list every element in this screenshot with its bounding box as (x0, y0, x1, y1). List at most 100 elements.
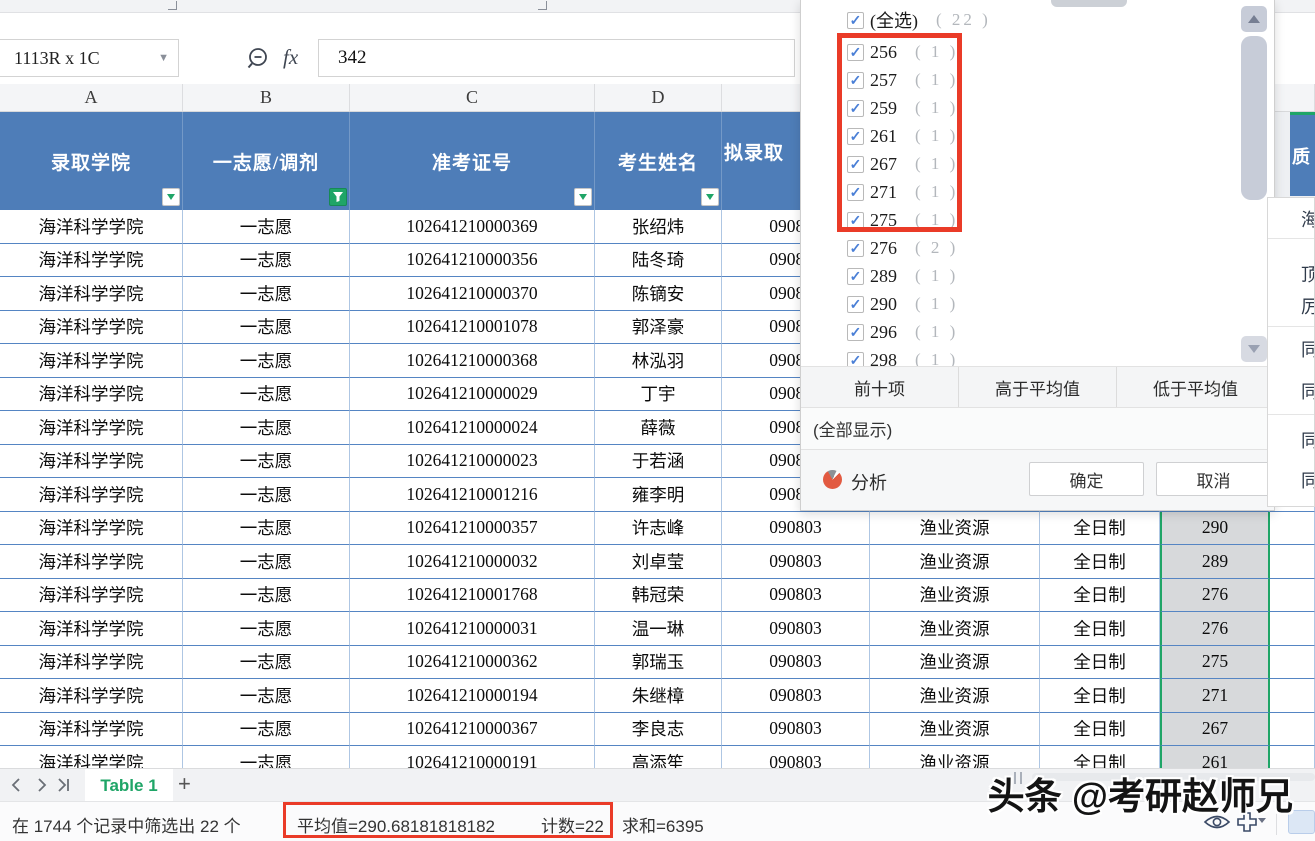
table-row[interactable]: 海洋科学学院一志愿102641210000357许志峰090803渔业资源全日制… (0, 512, 1315, 546)
scrollbar-thumb[interactable] (1241, 36, 1267, 200)
cell-name[interactable]: 陈镝安 (595, 277, 722, 311)
cell-empty[interactable] (1270, 612, 1315, 646)
menu-item-fragment[interactable]: 同 (1301, 427, 1315, 453)
cell-choice[interactable]: 一志愿 (183, 277, 350, 311)
cell-name[interactable]: 许志峰 (595, 512, 722, 546)
checkbox-checked-icon[interactable] (847, 352, 864, 367)
cell-name[interactable]: 林泓羽 (595, 344, 722, 378)
cell-score[interactable]: 276 (1160, 612, 1270, 646)
menu-item-fragment[interactable]: 海 (1301, 206, 1315, 232)
column-letter[interactable]: A (0, 84, 183, 111)
cell-major[interactable]: 渔业资源 (870, 579, 1040, 613)
cell-ticket[interactable]: 102641210000191 (350, 746, 595, 768)
show-all-label[interactable]: (全部显示) (813, 416, 892, 441)
cell-college[interactable]: 海洋科学学院 (0, 445, 183, 479)
cell-code[interactable]: 090803 (722, 713, 870, 747)
cell-name[interactable]: 薛薇 (595, 411, 722, 445)
cell-empty[interactable] (1270, 679, 1315, 713)
cell-choice[interactable]: 一志愿 (183, 646, 350, 680)
next-sheet-icon[interactable] (33, 776, 51, 794)
cell-college[interactable]: 海洋科学学院 (0, 612, 183, 646)
fx-icon[interactable]: fx (283, 45, 298, 70)
cell-ticket[interactable]: 102641210000031 (350, 612, 595, 646)
cell-mode[interactable]: 全日制 (1040, 579, 1160, 613)
scroll-up-icon[interactable] (1241, 6, 1267, 32)
chevron-down-icon[interactable]: ▼ (158, 52, 169, 64)
cell-college[interactable]: 海洋科学学院 (0, 512, 183, 546)
cell-choice[interactable]: 一志愿 (183, 746, 350, 768)
filter-item-select-all[interactable]: (全选)( 22 ) (847, 6, 991, 34)
cell-mode[interactable]: 全日制 (1040, 713, 1160, 747)
cell-college[interactable]: 海洋科学学院 (0, 411, 183, 445)
cell-choice[interactable]: 一志愿 (183, 445, 350, 479)
cell-empty[interactable] (1270, 746, 1315, 768)
cell-ticket[interactable]: 102641210000024 (350, 411, 595, 445)
cell-empty[interactable] (1270, 713, 1315, 747)
table-row[interactable]: 海洋科学学院一志愿102641210001768韩冠荣090803渔业资源全日制… (0, 579, 1315, 613)
cell-name[interactable]: 张绍炜 (595, 210, 722, 244)
cell-college[interactable]: 海洋科学学院 (0, 277, 183, 311)
cell-ticket[interactable]: 102641210000023 (350, 445, 595, 479)
cell-empty[interactable] (1270, 646, 1315, 680)
filter-dropdown-icon[interactable] (162, 188, 180, 206)
cell-empty[interactable] (1270, 545, 1315, 579)
menu-item-fragment[interactable]: 同 (1301, 378, 1315, 404)
table-row[interactable]: 海洋科学学院一志愿102641210000032刘卓莹090803渔业资源全日制… (0, 545, 1315, 579)
column-letter[interactable]: B (183, 84, 350, 111)
cell-ticket[interactable]: 102641210000029 (350, 378, 595, 412)
menu-item-fragment[interactable]: 顶 (1301, 261, 1315, 287)
scroll-down-icon[interactable] (1241, 336, 1267, 362)
table-row[interactable]: 海洋科学学院一志愿102641210000031温一琳090803渔业资源全日制… (0, 612, 1315, 646)
cell-ticket[interactable]: 102641210000032 (350, 545, 595, 579)
cell-college[interactable]: 海洋科学学院 (0, 746, 183, 768)
cell-score[interactable]: 276 (1160, 579, 1270, 613)
quick-filter-button[interactable]: 高于平均值 (959, 367, 1117, 407)
cell-score[interactable]: 275 (1160, 646, 1270, 680)
filter-list-scrollbar[interactable] (1241, 0, 1267, 366)
cell-name[interactable]: 韩冠荣 (595, 579, 722, 613)
formula-input[interactable]: 342 (318, 39, 795, 77)
filter-dropdown-icon[interactable] (574, 188, 592, 206)
cell-college[interactable]: 海洋科学学院 (0, 344, 183, 378)
cell-choice[interactable]: 一志愿 (183, 378, 350, 412)
checkbox-checked-icon[interactable] (847, 240, 864, 257)
checkbox-checked-icon[interactable] (847, 324, 864, 341)
ok-button[interactable]: 确定 (1029, 462, 1144, 496)
cell-name[interactable]: 李良志 (595, 713, 722, 747)
panel-drag-handle[interactable] (1051, 0, 1127, 7)
add-sheet-button[interactable]: + (178, 771, 191, 797)
table-row[interactable]: 海洋科学学院一志愿102641210000191高添笙090803渔业资源全日制… (0, 746, 1315, 768)
cell-choice[interactable]: 一志愿 (183, 579, 350, 613)
filter-item[interactable]: 296( 1 ) (847, 318, 958, 346)
cell-college[interactable]: 海洋科学学院 (0, 210, 183, 244)
cell-choice[interactable]: 一志愿 (183, 612, 350, 646)
cell-choice[interactable]: 一志愿 (183, 311, 350, 345)
cell-name[interactable]: 郭泽豪 (595, 311, 722, 345)
cell-college[interactable]: 海洋科学学院 (0, 244, 183, 278)
cell-college[interactable]: 海洋科学学院 (0, 646, 183, 680)
cell-college[interactable]: 海洋科学学院 (0, 713, 183, 747)
cell-major[interactable]: 渔业资源 (870, 646, 1040, 680)
cell-name[interactable]: 陆冬琦 (595, 244, 722, 278)
cell-name[interactable]: 雍李明 (595, 478, 722, 512)
filter-dropdown-icon[interactable] (701, 188, 719, 206)
sheet-tab-active[interactable]: Table 1 (85, 769, 173, 802)
cell-major[interactable]: 渔业资源 (870, 679, 1040, 713)
cell-major[interactable]: 渔业资源 (870, 713, 1040, 747)
cell-name[interactable]: 高添笙 (595, 746, 722, 768)
cell-code[interactable]: 090803 (722, 512, 870, 546)
cell-choice[interactable]: 一志愿 (183, 344, 350, 378)
last-sheet-icon[interactable] (55, 776, 73, 794)
cell-mode[interactable]: 全日制 (1040, 646, 1160, 680)
cell-score[interactable]: 290 (1160, 512, 1270, 546)
quick-filter-button[interactable]: 前十项 (801, 367, 959, 407)
cell-major[interactable]: 渔业资源 (870, 512, 1040, 546)
zoom-out-icon[interactable] (246, 46, 272, 77)
cell-ticket[interactable]: 102641210000362 (350, 646, 595, 680)
cancel-button[interactable]: 取消 (1156, 462, 1271, 496)
cell-score[interactable]: 261 (1160, 746, 1270, 768)
cell-college[interactable]: 海洋科学学院 (0, 478, 183, 512)
cell-ticket[interactable]: 102641210000370 (350, 277, 595, 311)
cell-college[interactable]: 海洋科学学院 (0, 311, 183, 345)
cell-choice[interactable]: 一志愿 (183, 679, 350, 713)
